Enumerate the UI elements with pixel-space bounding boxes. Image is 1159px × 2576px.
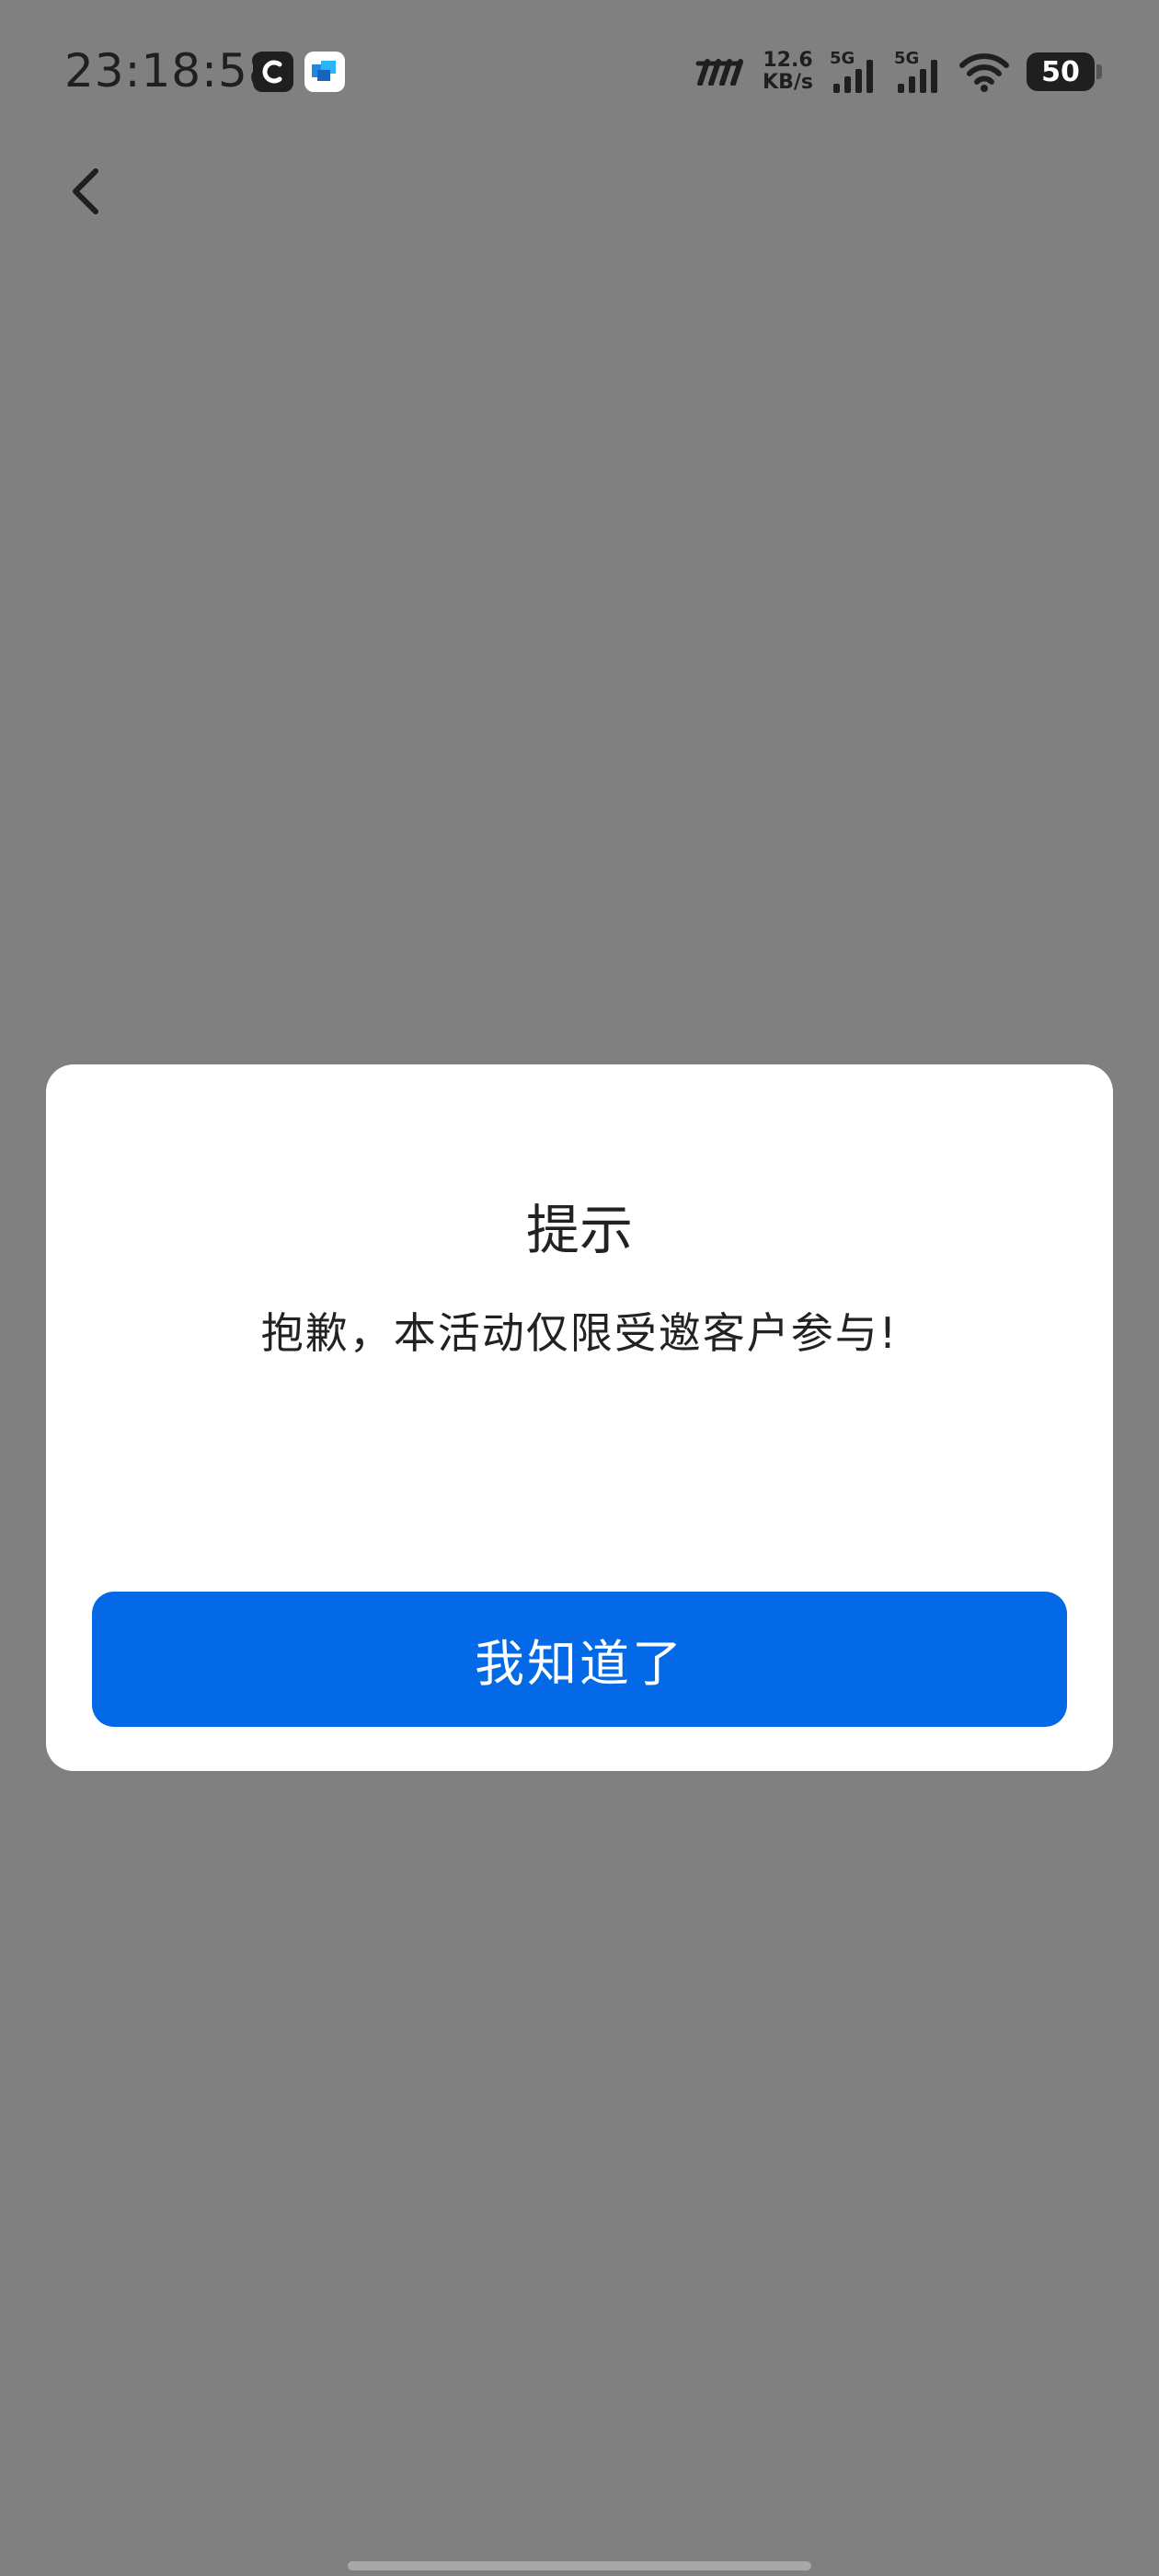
status-bar: 23:18:58 12.6 KB/s 5G 5G 50 [0,0,1159,144]
app-notification-icon-2 [304,52,345,92]
home-indicator[interactable] [348,2561,811,2570]
signal-1: 5G [830,49,878,95]
vibrate-icon [695,59,744,86]
status-time: 23:18:58 [64,44,279,98]
network-speed-unit: KB/s [763,71,813,94]
status-indicators: 12.6 KB/s 5G 5G 50 [694,44,1102,99]
signal-bars-icon [833,60,873,93]
signal-2: 5G [894,49,942,95]
alert-dialog: 提示 抱歉，本活动仅限受邀客户参与! 我知道了 [46,1064,1113,1771]
battery-level: 50 [1041,55,1080,88]
dialog-message: 抱歉，本活动仅限受邀客户参与! [260,1308,899,1358]
network-speed: 12.6 KB/s [763,50,813,94]
wifi-icon [959,53,1009,92]
back-button[interactable] [61,155,116,228]
dialog-title: 提示 [525,1199,633,1261]
signal-bars-icon [898,60,937,93]
chevron-left-icon [73,168,98,214]
battery-icon: 50 [1027,52,1102,91]
header-bar [0,144,1159,258]
app-notification-icon [253,52,293,92]
confirm-button[interactable]: 我知道了 [92,1592,1067,1727]
network-speed-value: 12.6 [763,49,813,72]
